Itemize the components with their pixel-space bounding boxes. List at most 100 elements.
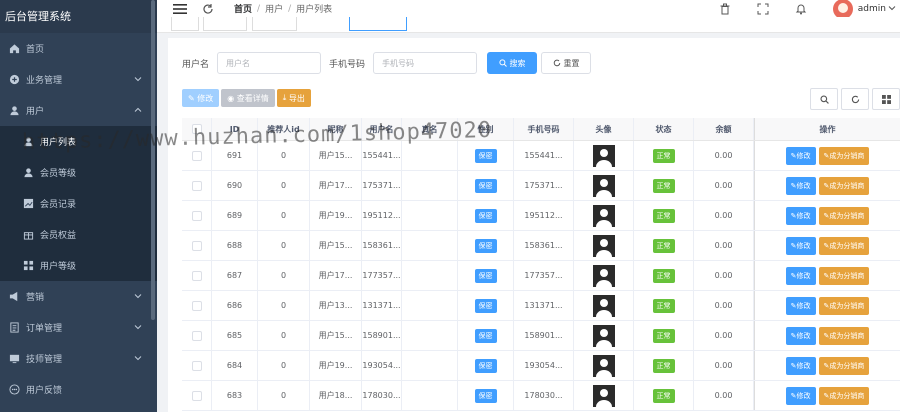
sidebar-item-4[interactable]: 会员等级: [0, 157, 157, 188]
tag-item[interactable]: [203, 17, 247, 31]
table-body: 691 0 用户15... 155441... 保密 155441... 正常 0.00 ✎ 修改…: [182, 141, 900, 411]
row-edit-button[interactable]: ✎ 修改: [785, 326, 816, 345]
reset-button[interactable]: 重置: [541, 52, 592, 74]
table-row[interactable]: 686 0 用户13... 131371... 保密 131371... 正常 0.00 ✎ 修改…: [182, 291, 900, 321]
column-header-phone[interactable]: 手机号码: [514, 118, 574, 140]
column-header-nickname[interactable]: 昵称: [310, 118, 362, 140]
table-row[interactable]: 689 0 用户19... 195112... 保密 195112... 正常 0.00 ✎ 修改…: [182, 201, 900, 231]
become-distributor-button[interactable]: ✎ 成为分销商: [818, 326, 870, 345]
hamburger-icon[interactable]: [173, 3, 187, 14]
row-edit-button[interactable]: ✎ 修改: [785, 206, 816, 225]
become-distributor-button[interactable]: ✎ 成为分销商: [818, 176, 870, 195]
avatar[interactable]: [832, 0, 853, 19]
become-distributor-button[interactable]: ✎ 成为分销商: [818, 296, 870, 315]
table-row[interactable]: 690 0 用户17... 175371... 保密 175371... 正常 0.00 ✎ 修改…: [182, 171, 900, 201]
column-header-gender[interactable]: 性别: [458, 118, 514, 140]
become-distributor-button[interactable]: ✎ 成为分销商: [818, 266, 870, 285]
sidebar-item-8[interactable]: 营销: [0, 281, 157, 312]
row-checkbox[interactable]: [191, 240, 202, 251]
avatar-image[interactable]: [592, 324, 615, 347]
become-distributor-button[interactable]: ✎ 成为分销商: [818, 206, 870, 225]
columns-button[interactable]: [872, 88, 900, 110]
breadcrumb-user[interactable]: 用户: [265, 2, 283, 15]
username-dropdown[interactable]: admin: [858, 4, 886, 14]
trash-icon[interactable]: [719, 3, 731, 15]
row-edit-button[interactable]: ✎ 修改: [785, 266, 816, 285]
phone-input[interactable]: 手机号码: [373, 52, 478, 74]
row-edit-button[interactable]: ✎ 修改: [785, 296, 816, 315]
column-header-id[interactable]: ID: [212, 118, 258, 140]
sidebar-item-6[interactable]: 会员权益: [0, 219, 157, 250]
table-row[interactable]: 685 0 用户15... 158901... 保密 158901... 正常 0.00 ✎ 修改…: [182, 321, 900, 351]
cell-phone: 131371...: [514, 291, 574, 320]
search-button[interactable]: 搜索: [487, 52, 538, 74]
avatar-image[interactable]: [592, 144, 615, 167]
tag-item[interactable]: [252, 17, 297, 31]
cell-id: 683: [212, 381, 258, 410]
table-row[interactable]: 683 0 用户18... 178030... 保密 178030... 正常 0.00 ✎ 修改…: [182, 381, 900, 411]
row-checkbox[interactable]: [191, 180, 202, 191]
column-header-realname[interactable]: 真名: [402, 118, 458, 140]
row-edit-button[interactable]: ✎ 修改: [785, 356, 816, 375]
sidebar-item-5[interactable]: 会员记录: [0, 188, 157, 219]
become-distributor-button[interactable]: ✎ 成为分销商: [818, 146, 870, 165]
status-badge: 正常: [652, 358, 675, 373]
row-checkbox[interactable]: [191, 360, 202, 371]
row-edit-button[interactable]: ✎ 修改: [785, 176, 816, 195]
chevron-down-icon[interactable]: [888, 4, 896, 12]
avatar-image[interactable]: [592, 354, 615, 377]
become-distributor-button[interactable]: ✎ 成为分销商: [818, 386, 870, 405]
username-input[interactable]: 用户名: [217, 52, 322, 74]
refresh-table-button[interactable]: [841, 88, 869, 110]
bell-icon[interactable]: [795, 3, 807, 15]
toggle-search-button[interactable]: [810, 88, 838, 110]
row-checkbox[interactable]: [191, 210, 202, 221]
sidebar-item-11[interactable]: 用户反馈: [0, 374, 157, 405]
cell-id: 691: [212, 141, 258, 170]
row-edit-button[interactable]: ✎ 修改: [785, 386, 816, 405]
column-header-referrer[interactable]: 推荐人id: [258, 118, 310, 140]
row-checkbox[interactable]: [191, 270, 202, 281]
table-row[interactable]: 684 0 用户19... 193054... 保密 193054... 正常 0.00 ✎ 修改…: [182, 351, 900, 381]
avatar-image[interactable]: [592, 204, 615, 227]
table-row[interactable]: 687 0 用户17... 177357... 保密 177357... 正常 0.00 ✎ 修改…: [182, 261, 900, 291]
sidebar-item-0[interactable]: 首页: [0, 33, 157, 64]
breadcrumb-home[interactable]: 首页: [234, 2, 252, 15]
sidebar-scrollbar[interactable]: [151, 0, 155, 320]
avatar-image[interactable]: [592, 174, 615, 197]
select-all-checkbox[interactable]: [191, 124, 202, 134]
table-row[interactable]: 691 0 用户15... 155441... 保密 155441... 正常 0.00 ✎ 修改…: [182, 141, 900, 171]
avatar-image[interactable]: [592, 234, 615, 257]
row-checkbox[interactable]: [191, 300, 202, 311]
row-edit-button[interactable]: ✎ 修改: [785, 146, 816, 165]
tag-item-active[interactable]: [349, 17, 407, 31]
sidebar-item-9[interactable]: 订单管理: [0, 312, 157, 343]
tag-item[interactable]: [171, 17, 199, 31]
sidebar-item-10[interactable]: 技师管理: [0, 343, 157, 374]
sidebar-item-2[interactable]: 用户: [0, 95, 157, 126]
sidebar-item-label: 用户等级: [40, 262, 77, 272]
view-details-button[interactable]: ◉ 查看详情: [221, 89, 275, 107]
row-checkbox[interactable]: [191, 390, 202, 401]
edit-button[interactable]: ✎ 修改: [182, 89, 220, 107]
refresh-icon[interactable]: [202, 3, 214, 15]
sidebar-item-3[interactable]: 用户列表: [0, 126, 157, 157]
column-header-username[interactable]: 用户名: [362, 118, 402, 140]
row-checkbox[interactable]: [191, 330, 202, 341]
become-distributor-button[interactable]: ✎ 成为分销商: [818, 236, 870, 255]
column-header-status[interactable]: 状态: [634, 118, 694, 140]
table-row[interactable]: 688 0 用户15... 158361... 保密 158361... 正常 0.00 ✎ 修改…: [182, 231, 900, 261]
row-checkbox[interactable]: [191, 150, 202, 161]
export-button[interactable]: ⤓ 导出: [276, 89, 311, 107]
become-distributor-button[interactable]: ✎ 成为分销商: [818, 356, 870, 375]
avatar-image[interactable]: [592, 384, 615, 407]
fullscreen-icon[interactable]: [757, 3, 769, 15]
avatar-image[interactable]: [592, 294, 615, 317]
avatar-image[interactable]: [592, 264, 615, 287]
sidebar-item-7[interactable]: 用户等级: [0, 250, 157, 281]
row-edit-button[interactable]: ✎ 修改: [785, 236, 816, 255]
order-icon: [8, 322, 20, 334]
cell-id: 689: [212, 201, 258, 230]
column-header-balance[interactable]: 余额: [694, 118, 754, 140]
sidebar-item-1[interactable]: 业务管理: [0, 64, 157, 95]
